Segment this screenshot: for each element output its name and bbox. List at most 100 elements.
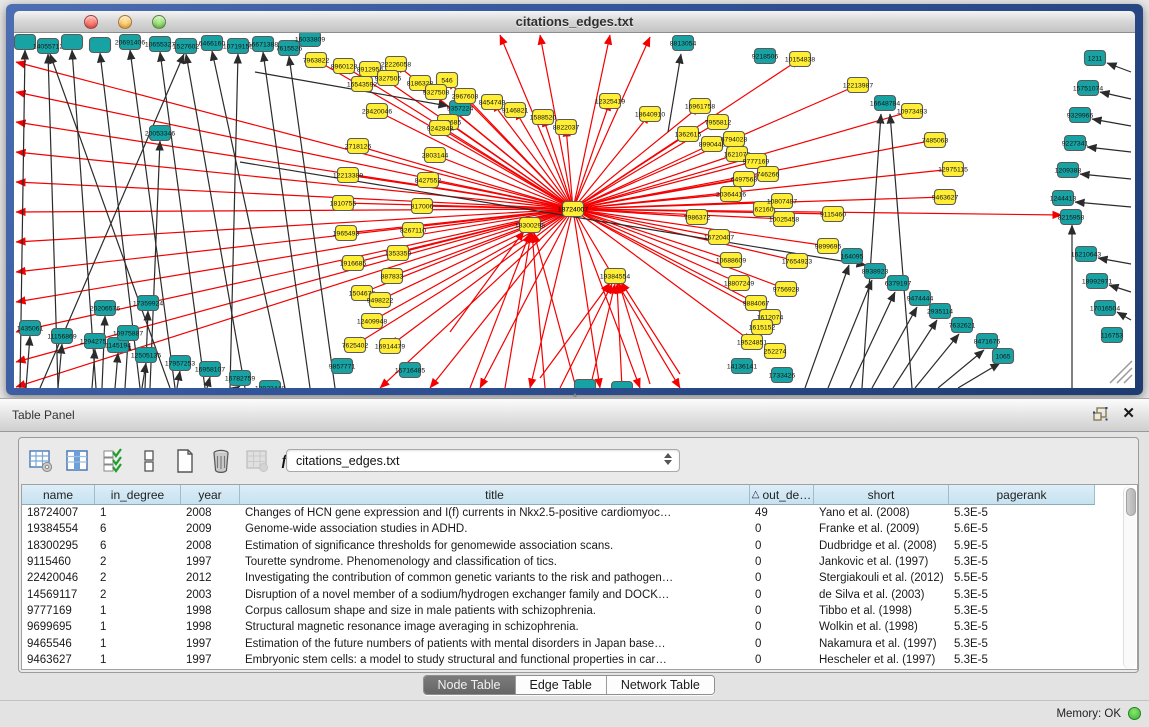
- table-row[interactable]: 1938455462009Genome-wide association stu…: [22, 521, 1137, 537]
- tab-network-table[interactable]: Network Table: [607, 676, 714, 694]
- graph-node[interactable]: 10807487: [767, 194, 797, 209]
- graph-node[interactable]: 18640910: [635, 107, 665, 122]
- table-cell[interactable]: 1997: [181, 635, 240, 651]
- graph-node[interactable]: 7632621: [949, 318, 976, 333]
- table-cell[interactable]: 0: [750, 603, 814, 619]
- table-cell[interactable]: 14569117: [22, 586, 95, 602]
- table-cell[interactable]: 0: [750, 554, 814, 570]
- graph-node[interactable]: 6466160: [199, 36, 226, 51]
- graph-node[interactable]: 817006: [411, 199, 434, 214]
- graph-node[interactable]: 8960128: [331, 59, 358, 74]
- table-cell[interactable]: 2: [95, 586, 181, 602]
- graph-node[interactable]: 116753: [1101, 328, 1123, 343]
- graph-node[interactable]: 16720407: [704, 230, 734, 245]
- table-cell[interactable]: Structural magnetic resonance image aver…: [240, 619, 750, 635]
- graph-node[interactable]: 9242848: [427, 121, 454, 136]
- graph-node[interactable]: 14055712: [33, 39, 63, 54]
- table-cell[interactable]: Genome-wide association studies in ADHD.: [240, 521, 750, 537]
- graph-node[interactable]: 9218506: [752, 49, 779, 64]
- table-cell[interactable]: 49: [750, 505, 814, 521]
- graph-node[interactable]: [90, 38, 111, 53]
- window-resize-grip[interactable]: [1110, 361, 1132, 383]
- graph-node[interactable]: 1810755: [330, 196, 357, 211]
- graph-node[interactable]: 9756928: [773, 282, 800, 297]
- table-cell[interactable]: 2: [95, 570, 181, 586]
- graph-node[interactable]: 22226058: [381, 57, 411, 72]
- graph-node[interactable]: [575, 380, 596, 389]
- table-row[interactable]: 946362711997Embryonic stem cells: a mode…: [22, 652, 1137, 668]
- table-cell[interactable]: Estimation of the future numbers of pati…: [240, 635, 750, 651]
- table-row[interactable]: 946554611997Estimation of the future num…: [22, 635, 1137, 651]
- table-cell[interactable]: 5.3E-5: [949, 619, 1095, 635]
- table-cell[interactable]: 1997: [181, 652, 240, 668]
- float-panel-icon[interactable]: [1093, 407, 1108, 421]
- graph-node[interactable]: 8471676: [974, 334, 1001, 349]
- graph-node[interactable]: 1965493: [333, 226, 360, 241]
- graph-node[interactable]: 9146821: [502, 103, 529, 118]
- graph-node[interactable]: 7625402: [342, 338, 369, 353]
- table-cell[interactable]: Franke et al. (2009): [814, 521, 949, 537]
- table-cell[interactable]: 9465546: [22, 635, 95, 651]
- column-header-name[interactable]: name: [22, 485, 95, 505]
- table-row[interactable]: 977716911998Corpus callosum shape and si…: [22, 603, 1137, 619]
- graph-node[interactable]: 1211: [1085, 51, 1106, 66]
- table-cell[interactable]: 1: [95, 603, 181, 619]
- table-cell[interactable]: 18724007: [22, 505, 95, 521]
- graph-node[interactable]: 16648784: [870, 96, 900, 111]
- table-cell[interactable]: 1: [95, 619, 181, 635]
- graph-node[interactable]: 16543592: [347, 77, 377, 92]
- graph-node[interactable]: 20053346: [145, 126, 175, 141]
- table-cell[interactable]: 9115460: [22, 554, 95, 570]
- graph-node[interactable]: 9857771: [329, 359, 356, 374]
- graph-node[interactable]: 19384554: [600, 269, 630, 284]
- graph-node[interactable]: 8267110: [400, 223, 426, 238]
- column-header-short[interactable]: short: [814, 485, 949, 505]
- table-cell[interactable]: 2012: [181, 570, 240, 586]
- graph-node[interactable]: 1362615: [675, 127, 702, 142]
- table-cell[interactable]: 0: [750, 635, 814, 651]
- table-cell[interactable]: 0: [750, 570, 814, 586]
- graph-node[interactable]: 16033809: [295, 33, 325, 47]
- graph-node[interactable]: 9463627: [932, 190, 959, 205]
- graph-node[interactable]: 10975887: [113, 326, 143, 341]
- column-header-year[interactable]: year: [181, 485, 240, 505]
- graph-node[interactable]: 17654923: [782, 254, 812, 269]
- graph-node[interactable]: 1435061: [17, 321, 44, 336]
- table-cell[interactable]: Dudbridge et al. (2008): [814, 538, 949, 554]
- table-cell[interactable]: 2009: [181, 521, 240, 537]
- graph-node[interactable]: 1527602: [173, 39, 200, 54]
- graph-node[interactable]: 16210643: [1071, 247, 1101, 262]
- table-cell[interactable]: 2008: [181, 538, 240, 554]
- graph-node[interactable]: 1733426: [769, 368, 796, 383]
- table-cell[interactable]: 1997: [181, 554, 240, 570]
- new-column-icon[interactable]: [171, 447, 199, 475]
- table-cell[interactable]: Corpus callosum shape and size in male p…: [240, 603, 750, 619]
- graph-node[interactable]: 9329966: [1067, 108, 1094, 123]
- table-cell[interactable]: 5.5E-5: [949, 570, 1095, 586]
- table-cell[interactable]: Stergiakouli et al. (2012): [814, 570, 949, 586]
- graph-node[interactable]: 16671388: [248, 37, 278, 52]
- column-header-out_de[interactable]: △out_de…: [750, 485, 814, 505]
- graph-node[interactable]: 6497568: [731, 172, 758, 187]
- graph-node[interactable]: 164095: [841, 249, 864, 264]
- graph-node[interactable]: 8938923: [862, 264, 889, 279]
- table-cell[interactable]: 0: [750, 586, 814, 602]
- graph-node[interactable]: 16961758: [685, 99, 715, 114]
- table-cell[interactable]: Changes of HCN gene expression and I(f) …: [240, 505, 750, 521]
- table-cell[interactable]: 1: [95, 505, 181, 521]
- select-columns-icon[interactable]: [99, 447, 127, 475]
- table-cell[interactable]: Wolkin et al. (1998): [814, 619, 949, 635]
- minimize-window-button[interactable]: [118, 15, 132, 29]
- graph-node[interactable]: 1244413: [1050, 191, 1077, 206]
- graph-node[interactable]: 16914479: [375, 339, 405, 354]
- graph-node[interactable]: 15716485: [395, 363, 425, 378]
- graph-node[interactable]: 9227341: [1062, 136, 1089, 151]
- graph-node[interactable]: 10655327: [145, 37, 175, 52]
- network-canvas[interactable]: 1405571220691406106553271527602646616010…: [14, 33, 1135, 388]
- graph-node[interactable]: 16782759: [225, 371, 255, 386]
- graph-node[interactable]: 12325419: [595, 94, 625, 109]
- delete-column-icon[interactable]: [207, 447, 235, 475]
- close-panel-icon[interactable]: ✕: [1122, 407, 1135, 421]
- table-cell[interactable]: 5.3E-5: [949, 586, 1095, 602]
- vertical-scrollbar[interactable]: [1123, 486, 1136, 669]
